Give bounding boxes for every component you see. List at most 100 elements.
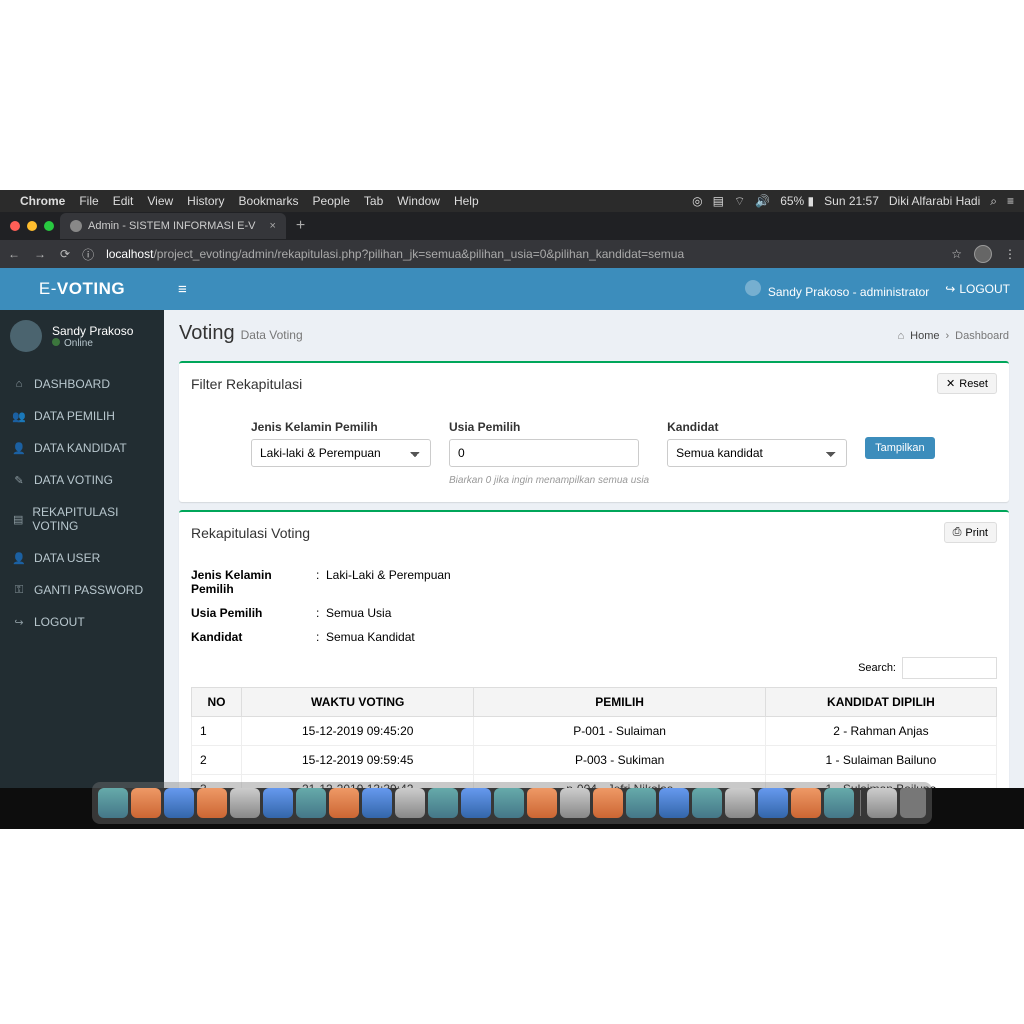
- col-waktu[interactable]: WAKTU VOTING: [242, 688, 474, 717]
- menubar-edit[interactable]: Edit: [113, 194, 134, 208]
- menubar-window[interactable]: Window: [397, 194, 440, 208]
- dock-app[interactable]: [791, 788, 821, 818]
- dock-app[interactable]: [263, 788, 293, 818]
- dock-settings[interactable]: [659, 788, 689, 818]
- dock-trash[interactable]: [900, 788, 926, 818]
- breadcrumb-home[interactable]: Home: [910, 330, 939, 342]
- back-icon[interactable]: ←: [8, 247, 20, 261]
- dock-music[interactable]: [197, 788, 227, 818]
- dock-sketch[interactable]: [560, 788, 590, 818]
- nav-user[interactable]: 👤DATA USER: [0, 542, 164, 574]
- menubar-app[interactable]: Chrome: [20, 194, 65, 208]
- clock[interactable]: Sun 21:57: [824, 194, 879, 208]
- print-button[interactable]: ⎙Print: [944, 522, 997, 543]
- menubar-view[interactable]: View: [147, 194, 173, 208]
- dock-app[interactable]: [296, 788, 326, 818]
- usia-label: Usia Pemilih: [449, 420, 649, 434]
- mac-dock: [92, 782, 932, 824]
- breadcrumb-home-icon: ⌂: [898, 330, 905, 342]
- col-pemilih[interactable]: PEMILIH: [474, 688, 765, 717]
- sidebar: Sandy Prakoso Online ⌂DASHBOARD 👥DATA PE…: [0, 310, 164, 788]
- hamburger-icon[interactable]: ≡: [164, 281, 201, 298]
- dock-safari[interactable]: [131, 788, 161, 818]
- spotlight-icon[interactable]: ⌕: [990, 194, 997, 209]
- screen-icon[interactable]: ▤: [713, 194, 724, 208]
- nav-dashboard[interactable]: ⌂DASHBOARD: [0, 368, 164, 400]
- star-icon[interactable]: ☆: [951, 247, 962, 261]
- menubar-bookmarks[interactable]: Bookmarks: [239, 194, 299, 208]
- app-topbar: E-VOTING ≡ Sandy Prakoso - administrator…: [0, 268, 1024, 310]
- menubar-history[interactable]: History: [187, 194, 224, 208]
- battery: 65% ▮: [780, 194, 814, 208]
- menubar-help[interactable]: Help: [454, 194, 479, 208]
- kandidat-select[interactable]: Semua kandidat: [667, 439, 847, 467]
- dock-chrome[interactable]: [428, 788, 458, 818]
- mac-user[interactable]: Diki Alfarabi Hadi: [889, 194, 980, 208]
- maximize-icon[interactable]: [44, 221, 54, 231]
- profile-avatar-icon[interactable]: [974, 245, 992, 263]
- user-icon: 👤: [12, 442, 26, 455]
- browser-chrome: Admin - SISTEM INFORMASI E-V × + ← → ⟳ ⓘ…: [0, 212, 1024, 268]
- nav-rekap[interactable]: ▤REKAPITULASI VOTING: [0, 496, 164, 542]
- logout-button[interactable]: ↪LOGOUT: [945, 282, 1010, 296]
- user-menu[interactable]: Sandy Prakoso - administrator: [745, 280, 929, 299]
- col-kandidat[interactable]: KANDIDAT DIPILIH: [765, 688, 996, 717]
- pencil-icon: ✎: [12, 474, 26, 487]
- dock-notes[interactable]: [329, 788, 359, 818]
- menubar-people[interactable]: People: [313, 194, 350, 208]
- menubar-tab[interactable]: Tab: [364, 194, 383, 208]
- dock-imovie[interactable]: [692, 788, 722, 818]
- search-input[interactable]: [902, 657, 997, 679]
- col-no[interactable]: NO: [192, 688, 242, 717]
- jk-select[interactable]: Laki-laki & Perempuan: [251, 439, 431, 467]
- reload-icon[interactable]: ⟳: [60, 247, 70, 261]
- dock-teamviewer[interactable]: [824, 788, 854, 818]
- nav-pemilih[interactable]: 👥DATA PEMILIH: [0, 400, 164, 432]
- rekap-box: Rekapitulasi Voting ⎙Print Jenis Kelamin…: [179, 510, 1009, 788]
- user-avatar-icon: [745, 280, 761, 296]
- dock-appstore[interactable]: [230, 788, 260, 818]
- dock-app[interactable]: [758, 788, 788, 818]
- dock-photoshop[interactable]: [461, 788, 491, 818]
- dock-app[interactable]: [164, 788, 194, 818]
- tab-close-icon[interactable]: ×: [269, 220, 275, 232]
- nav-voting[interactable]: ✎DATA VOTING: [0, 464, 164, 496]
- dock-app[interactable]: [362, 788, 392, 818]
- brand[interactable]: E-VOTING: [0, 279, 164, 299]
- wifi-icon[interactable]: ⌔: [734, 194, 745, 209]
- nav-kandidat[interactable]: 👤DATA KANDIDAT: [0, 432, 164, 464]
- user-icon: 👤: [12, 552, 26, 565]
- menu-icon[interactable]: ⋮: [1004, 247, 1016, 261]
- minimize-icon[interactable]: [27, 221, 37, 231]
- nav-ganti[interactable]: ⚿GANTI PASSWORD: [0, 574, 164, 606]
- reset-button[interactable]: ✕Reset: [937, 373, 997, 394]
- new-tab-button[interactable]: +: [286, 217, 315, 235]
- volume-icon[interactable]: 🔊: [755, 194, 770, 208]
- user-status: Online: [52, 338, 133, 349]
- browser-tab[interactable]: Admin - SISTEM INFORMASI E-V ×: [60, 213, 286, 239]
- dock-app[interactable]: [527, 788, 557, 818]
- url-bar[interactable]: localhost/project_evoting/admin/rekapitu…: [106, 247, 939, 261]
- cloud-icon[interactable]: ◎: [692, 194, 702, 208]
- dock-folder[interactable]: [867, 788, 897, 818]
- tampilkan-button[interactable]: Tampilkan: [865, 437, 935, 459]
- forward-icon[interactable]: →: [34, 247, 46, 261]
- usia-input[interactable]: [449, 439, 639, 467]
- user-panel: Sandy Prakoso Online: [0, 310, 164, 362]
- page-subtitle: Data Voting: [241, 328, 303, 342]
- close-icon[interactable]: [10, 221, 20, 231]
- rekap-title: Rekapitulasi Voting: [191, 525, 310, 541]
- user-name: Sandy Prakoso: [52, 324, 133, 338]
- dock-firefox[interactable]: [395, 788, 425, 818]
- dock-finder[interactable]: [98, 788, 128, 818]
- dock-sublime[interactable]: [626, 788, 656, 818]
- notif-icon[interactable]: ≡: [1007, 194, 1014, 208]
- window-controls: [10, 221, 54, 231]
- dock-xd[interactable]: [494, 788, 524, 818]
- usia-help: Biarkan 0 jika ingin menampilkan semua u…: [449, 475, 649, 486]
- site-info-icon[interactable]: ⓘ: [82, 246, 94, 263]
- dock-whatsapp[interactable]: [593, 788, 623, 818]
- dock-terminal[interactable]: [725, 788, 755, 818]
- menubar-file[interactable]: File: [79, 194, 98, 208]
- nav-logout[interactable]: ↪LOGOUT: [0, 606, 164, 638]
